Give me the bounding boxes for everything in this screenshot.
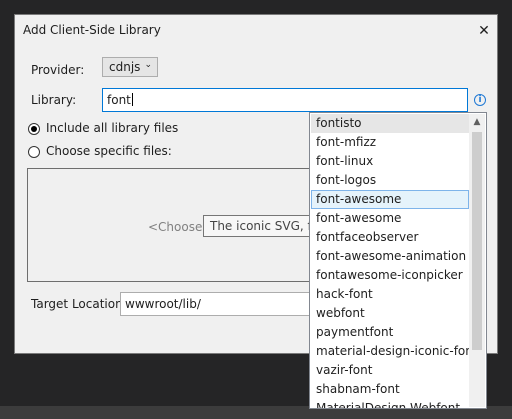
library-label: Library: [31,93,77,107]
target-location-input[interactable]: wwwroot/lib/ [120,292,320,316]
scroll-up-icon[interactable]: ▲ [469,114,485,130]
suggestion-item[interactable]: vazir-font [311,361,469,380]
scrollbar-thumb[interactable] [472,132,482,350]
choose-specific-radio[interactable] [28,146,40,158]
library-input[interactable]: font [102,88,468,112]
dropdown-scrollbar[interactable]: ▲ [469,114,485,407]
include-all-label[interactable]: Include all library files [46,121,178,135]
suggestion-item[interactable]: webfont [311,304,469,323]
library-suggestions-dropdown[interactable]: fontisto font-mfizz font-linux font-logos fo… [309,112,487,409]
suggestion-item[interactable]: fontisto [311,114,469,133]
chevron-down-icon: ⌄ [144,60,152,70]
provider-label: Provider: [31,63,85,77]
suggestion-item[interactable]: hack-font [311,285,469,304]
choose-specific-label[interactable]: Choose specific files: [46,144,172,158]
close-icon: ✕ [478,23,490,39]
suggestion-item[interactable]: font-logos [311,171,469,190]
info-icon[interactable]: i [474,94,486,106]
suggestion-item[interactable]: paymentfont [311,323,469,342]
provider-select[interactable]: cdnjs ⌄ [102,57,158,77]
suggestion-item[interactable]: font-awesome [311,209,469,228]
suggestion-item[interactable]: shabnam-font [311,380,469,399]
suggestion-item[interactable]: font-awesome [311,190,469,209]
suggestion-item[interactable]: fontfaceobserver [311,228,469,247]
target-location-label: Target Location: [31,297,127,311]
dialog-title: Add Client-Side Library [23,23,161,37]
text-caret [131,93,133,106]
suggestion-item[interactable]: font-mfizz [311,133,469,152]
include-all-radio[interactable] [28,123,40,135]
suggestion-item[interactable]: fontawesome-iconpicker [311,266,469,285]
suggestion-item[interactable]: font-awesome-animation [311,247,469,266]
suggestion-item[interactable]: material-design-iconic-font [311,342,478,361]
suggestion-item[interactable]: font-linux [311,152,469,171]
library-input-value: font [107,93,131,107]
close-button[interactable]: ✕ [470,18,498,44]
suggestion-item[interactable]: MaterialDesign-Webfont [311,399,469,408]
provider-value: cdnjs [109,60,141,74]
suggestions-list: fontisto font-mfizz font-linux font-logos fo… [311,114,478,408]
